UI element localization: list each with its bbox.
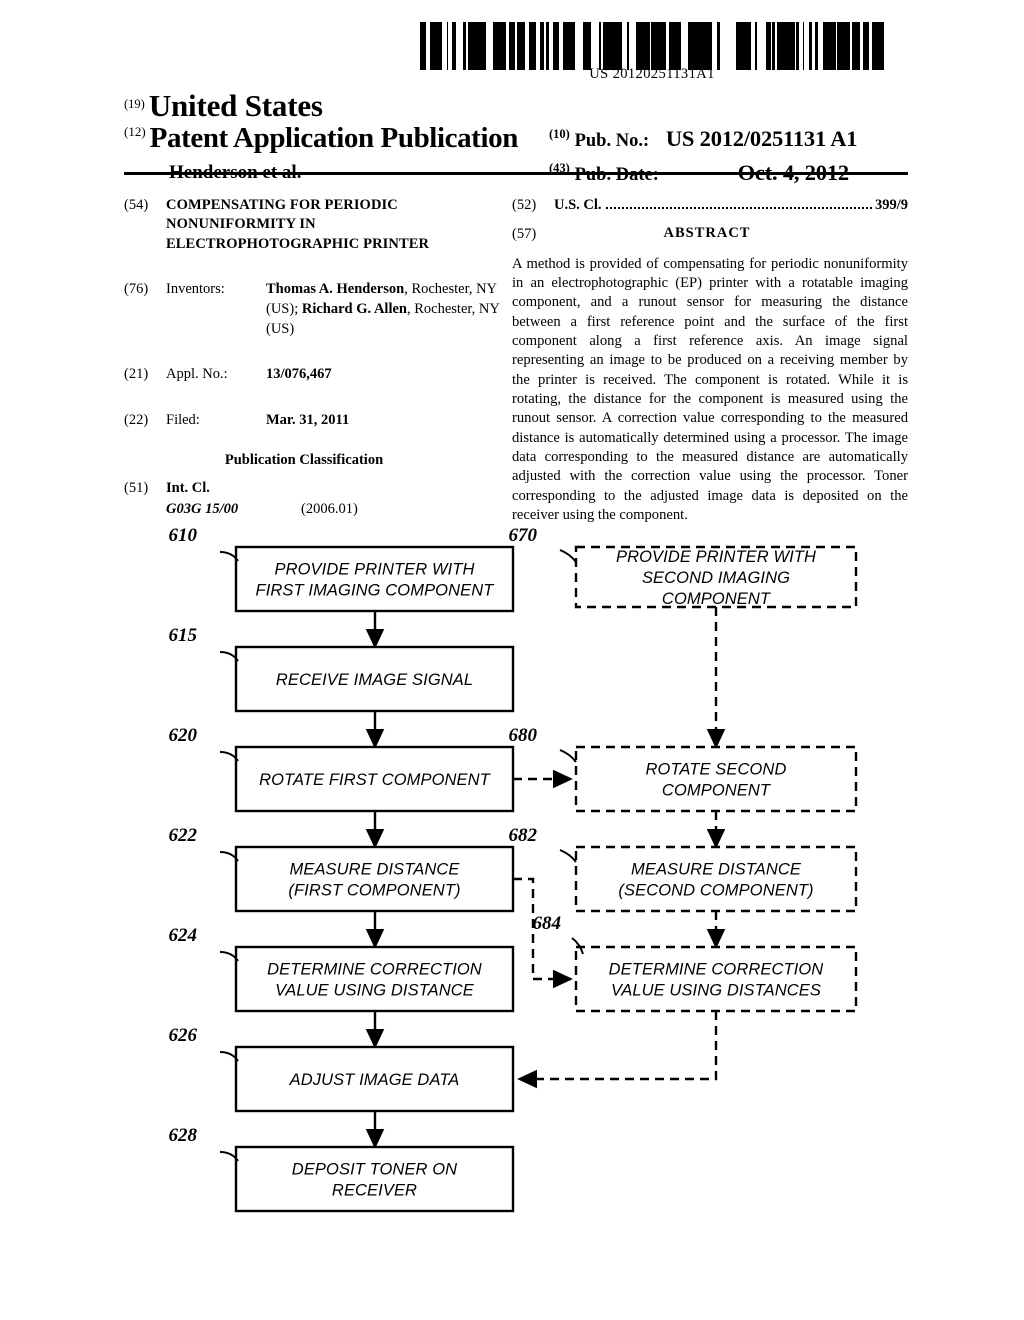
flow-node-680: ROTATE SECOND COMPONENT680 — [509, 725, 858, 813]
country-name: United States — [148, 88, 323, 123]
pub-no-row: (10) Pub. No.: US 2012/0251131 A1 — [549, 126, 857, 152]
filed-block: (22) Filed: Mar. 31, 2011 — [124, 411, 504, 430]
page-title: COMPENSATING FOR PERIODIC NONUNIFORMITY … — [166, 197, 430, 252]
flow-node-610: PROVIDE PRINTER WITH FIRST IMAGING COMPON… — [169, 525, 515, 613]
inid-19: (19) — [124, 97, 145, 111]
flow-node-626: ADJUST IMAGE DATA 626 — [169, 1025, 515, 1113]
flow-ref-684: 684 — [533, 913, 562, 934]
flow-ref-670: 670 — [509, 525, 538, 546]
flow-node-670: PROVIDE PRINTER WITH SECOND IMAGING COMPON… — [509, 525, 858, 609]
us-cl-label: U.S. Cl. — [554, 197, 602, 213]
flow-node-615: RECEIVE IMAGE SIGNAL 615 — [169, 625, 515, 713]
pub-date-label: Pub. Date: — [574, 165, 659, 185]
inid-12: (12) — [124, 124, 146, 139]
appl-no-label: Appl. No.: — [166, 366, 228, 383]
inventors-block: (76) Inventors: Thomas A. Henderson, Roc… — [124, 280, 504, 339]
filed-label: Filed: — [166, 411, 200, 428]
flow-box-680 — [574, 745, 858, 813]
country-line: (19) United States — [124, 88, 323, 124]
int-cl-label: Int. Cl. — [166, 479, 210, 496]
flow-node-622: MEASURE DISTANCE (FIRST COMPONENT)622 — [169, 825, 515, 913]
flow-node-628: DEPOSIT TONER ON RECEIVER628 — [169, 1125, 515, 1213]
flow-leader-670 — [559, 549, 577, 563]
flowchart-svg: PROVIDE PRINTER WITH FIRST IMAGING COMPON… — [169, 525, 858, 1213]
flow-box-682 — [574, 845, 858, 913]
inid-57: (57) — [512, 226, 537, 243]
flow-box-628 — [234, 1145, 515, 1213]
inid-22: (22) — [124, 411, 149, 428]
abstract-right-column: (52) U.S. Cl. 399/9 (57) ABSTRACT A meth… — [512, 196, 908, 525]
flow-node-624: DETERMINE CORRECTION VALUE USING DISTANCE… — [169, 925, 515, 1013]
doc-type: Patent Application Publication — [149, 122, 519, 154]
flow-ref-622: 622 — [169, 825, 198, 846]
flow-node-682: MEASURE DISTANCE (SECOND COMPONENT)682 — [509, 825, 858, 913]
publication-classification-heading: Publication Classification — [224, 451, 384, 468]
abstract-heading-row: (57) ABSTRACT — [512, 225, 908, 244]
filed-value: Mar. 31, 2011 — [266, 411, 350, 428]
header-divider — [124, 172, 908, 175]
inventors-value: Thomas A. Henderson, Rochester, NY (US);… — [266, 280, 504, 339]
flow-ref-680: 680 — [509, 725, 538, 746]
flow-box-label-615: RECEIVE IMAGE SIGNAL — [276, 671, 473, 689]
flow-ref-620: 620 — [169, 725, 198, 746]
barcode-number: US 20120251131A1 — [589, 66, 715, 82]
flow-node-620: ROTATE FIRST COMPONENT 620 — [169, 725, 515, 813]
doc-type-line: (12) Patent Application Publication — [124, 122, 518, 155]
flow-box-624 — [234, 945, 515, 1013]
flow-box-684 — [574, 945, 858, 1013]
appl-no-value: 13/076,467 — [266, 366, 332, 383]
appl-no-block: (21) Appl. No.: 13/076,467 — [124, 365, 504, 384]
pub-no-label: Pub. No.: — [574, 131, 650, 151]
flowchart-figure: PROVIDE PRINTER WITH FIRST IMAGING COMPON… — [0, 508, 1024, 1268]
inventor-1-name: Thomas A. Henderson — [266, 281, 405, 298]
abstract-body: A method is provided of compensating for… — [512, 255, 908, 523]
leader-dots — [605, 206, 872, 209]
flow-leader-682 — [559, 849, 577, 863]
inid-52: (52) — [512, 197, 537, 213]
flow-leader-680 — [559, 749, 577, 763]
inventors-label: Inventors: — [166, 281, 225, 298]
inventor-2-name: Richard G. Allen — [301, 300, 407, 317]
flow-ref-610: 610 — [169, 525, 198, 546]
flow-box-610 — [234, 545, 515, 613]
title-block: (54) COMPENSATING FOR PERIODIC NONUNIFOR… — [124, 196, 504, 254]
flow-ref-628: 628 — [169, 1125, 198, 1146]
inid-76: (76) — [124, 281, 149, 298]
inid-10: (10) — [549, 127, 570, 141]
us-cl-value: 399/9 — [874, 197, 908, 213]
flow-box-622 — [234, 845, 515, 913]
flow-ref-615: 615 — [169, 625, 198, 646]
bibliographic-left-column: (54) COMPENSATING FOR PERIODIC NONUNIFOR… — [124, 196, 504, 521]
barcode — [420, 22, 884, 70]
flow-ref-626: 626 — [169, 1025, 198, 1046]
abstract-heading: ABSTRACT — [663, 225, 751, 242]
flow-ref-682: 682 — [509, 825, 538, 846]
inid-21: (21) — [124, 366, 149, 383]
flow-ref-624: 624 — [169, 925, 198, 946]
flow-node-684: DETERMINE CORRECTION VALUE USING DISTANCE… — [533, 913, 858, 1013]
inid-54: (54) — [124, 197, 149, 213]
flowchart-nodes: PROVIDE PRINTER WITH FIRST IMAGING COMPON… — [169, 525, 858, 1213]
flow-box-label-626: ADJUST IMAGE DATA — [289, 1071, 460, 1089]
barcode-image — [420, 22, 884, 70]
flow-box-label-620: ROTATE FIRST COMPONENT — [259, 771, 492, 789]
us-cl-block: (52) U.S. Cl. 399/9 — [512, 196, 908, 215]
pub-no-value: US 2012/0251131 A1 — [665, 126, 858, 151]
